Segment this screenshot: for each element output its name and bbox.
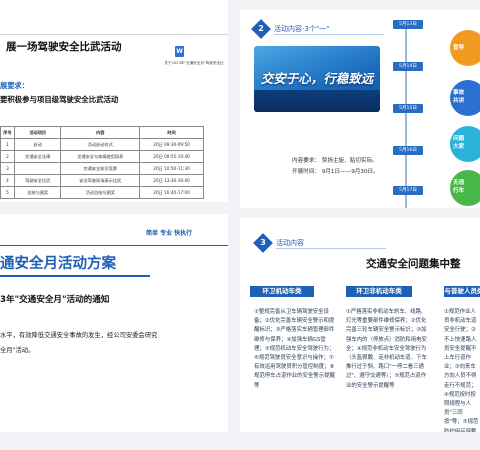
table-cell: 交通安全法律	[13, 150, 62, 163]
column-header-non-motor-vehicles: 环卫非机动车类	[346, 286, 412, 297]
slide-4-title: 交通安全问题集中整	[366, 258, 461, 270]
table-cell: 2	[0, 150, 15, 163]
table-cell	[13, 162, 62, 175]
table-cell: 启动	[13, 138, 62, 151]
divider	[0, 34, 228, 35]
tagline-rule	[0, 245, 228, 247]
table-cell: 20日 13:30-16:00	[139, 174, 204, 187]
heading-underline	[276, 248, 386, 249]
topic-circle-text: 问题 大家	[453, 136, 465, 150]
timeline-label: 5月14日	[393, 62, 423, 71]
section-number: 3	[260, 238, 266, 247]
timeline-label: 5月15日	[393, 104, 423, 113]
table-row: 4 驾驶安全比武 安全驾驶现场演示比武 20日 13:30-16:00	[0, 174, 204, 187]
topic-circle-text: 无违 行车	[453, 180, 465, 194]
heading-underline	[274, 34, 384, 35]
table-cell: 20日 10:50-11:30	[139, 162, 204, 175]
topic-circle-text: 事故 共讲	[453, 90, 465, 104]
column-header: 活动项目	[13, 126, 62, 139]
table-cell: 1	[0, 138, 15, 151]
table-cell: 20日 09:55-10:40	[139, 150, 204, 163]
slide-1-subheading: 要积极参与项目级驾驶安全比武活动	[0, 95, 119, 104]
timeline-line	[405, 24, 407, 208]
slide-1-subtitle: 展要求：	[0, 81, 29, 90]
table-row: 3 交通安全知识竞赛 20日 10:50-11:30	[0, 162, 204, 175]
slide-1-title: 展一场驾驶安全比武活动	[6, 41, 122, 53]
column-header-personnel: 与普驶人员类	[444, 286, 480, 297]
banner-road	[254, 90, 380, 112]
timeline-label: 5月13日	[393, 20, 423, 29]
table-header-row: 序号 活动项目 内容 时间	[0, 126, 204, 139]
table-cell: 20日 09:30-09:50	[139, 138, 204, 151]
slide-1-thumbnail[interactable]: 展一场驾驶安全比武活动 W 关于2023年"交通安全月"驾驶安全比 展要求： 要…	[0, 0, 228, 202]
notice-body-line: 全月"活动。	[0, 347, 35, 354]
notice-body-line: 水平，有效降低交通安全事故的发生，经公司安委会研究	[0, 332, 158, 339]
document-caption: 关于2023年"交通安全月"驾驶安全比	[164, 61, 224, 65]
table-cell: 活动总结与颁奖	[60, 186, 141, 199]
section-number: 2	[258, 24, 264, 33]
table-cell: 交通安全知识竞赛	[60, 162, 141, 175]
slide-2-thumbnail[interactable]: 2 活动内容-3个"一" 交安于心，行稳致远 内容要求： 赞扬主旋、贴切实际。 …	[240, 10, 480, 208]
table-cell: 活动启动仪式	[60, 138, 141, 151]
table-cell: 3	[0, 162, 15, 175]
table-cell: 总结与颁奖	[13, 186, 62, 199]
timeline-label: 5月17日	[393, 186, 423, 195]
personnel-measures: ①规范作业人员非机动车道安全行驶；②不上快速路人员安全提醒不上车行道作业；③向来…	[444, 309, 479, 432]
column-header: 序号	[0, 126, 15, 139]
title-underline	[0, 275, 150, 277]
column-header: 内容	[60, 126, 141, 139]
timeline-label: 5月16日	[393, 146, 423, 155]
table-cell: 20日 16:40-17:00	[139, 186, 204, 199]
campaign-banner: 交安于心，行稳致远	[254, 46, 380, 112]
banner-slogan: 交安于心，行稳致远	[260, 71, 374, 86]
table-row: 5 总结与颁奖 活动总结与颁奖 20日 16:40-17:00	[0, 186, 204, 199]
column-header-motor-vehicles: 环卫机动车类	[250, 286, 314, 297]
content-requirement: 内容要求： 赞扬主旋、贴切实际。	[292, 158, 378, 164]
slide-3-title: 通安全月活动方案	[0, 256, 116, 272]
schedule-table: 序号 活动项目 内容 时间 1 启动 活动启动仪式 20日 09:30-09:5…	[0, 126, 204, 199]
slide-3-thumbnail[interactable]: 简单 专业 快执行 通安全月活动方案 3年"交通安全月"活动的通知 水平，有效降…	[0, 214, 228, 432]
table-cell: 交通安全与车辆使用保养	[60, 150, 141, 163]
notice-heading: 3年"交通安全月"活动的通知	[0, 295, 110, 305]
document-icon: W	[175, 46, 184, 57]
table-cell: 4	[0, 174, 15, 187]
table-row: 2 交通安全法律 交通安全与车辆使用保养 20日 09:55-10:40	[0, 150, 204, 163]
tagline: 简单 专业 快执行	[146, 230, 193, 237]
slide-4-thumbnail[interactable]: 3 活动内容 交通安全问题集中整 环卫机动车类 环卫非机动车类 与普驶人员类 ①…	[240, 218, 480, 432]
slide-2-heading: 活动内容-3个"一"	[274, 25, 330, 33]
table-cell: 安全驾驶现场演示比武	[60, 174, 141, 187]
table-cell: 5	[0, 186, 15, 199]
non-motor-vehicle-measures: ①严格落实非机动车刹车、线路、灯光等重要部件维修保养；②优化完善三轮车辆安全警示…	[346, 309, 427, 389]
slide-4-heading: 活动内容	[276, 239, 304, 247]
campaign-period: 开展时间： 9月1日——9月30日。	[292, 169, 379, 175]
table-row: 1 启动 活动启动仪式 20日 09:30-09:50	[0, 138, 204, 151]
table-cell: 驾驶安全比武	[13, 174, 62, 187]
topic-circle-text: 宣导	[453, 45, 465, 51]
column-header: 时间	[139, 126, 204, 139]
motor-vehicle-measures: ①整规完善从卫车辆驾驶安全设备；②优化完善车辆安全警示和提醒标识；③严格落实车辆…	[254, 309, 335, 389]
